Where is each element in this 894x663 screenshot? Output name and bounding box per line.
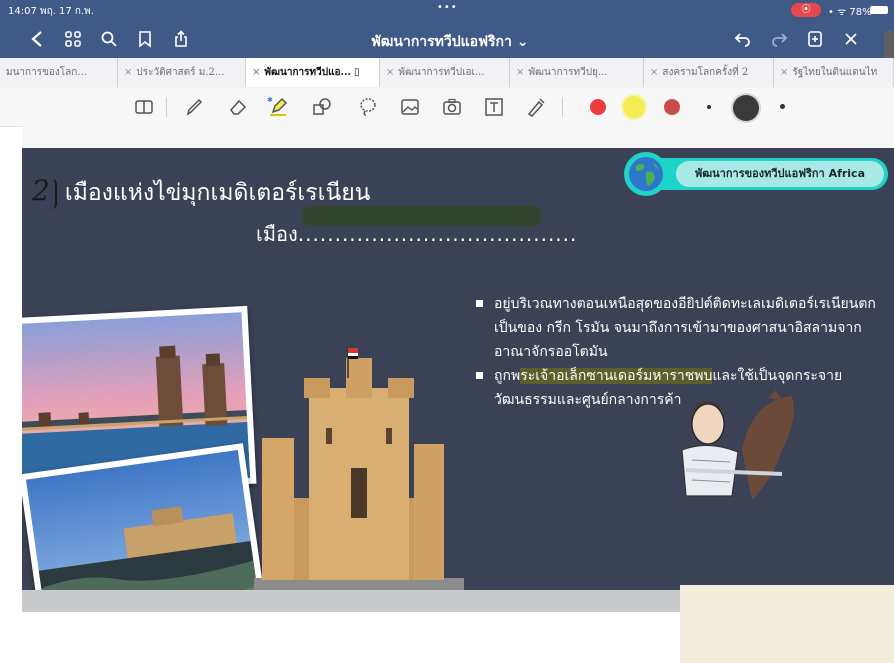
tab-close-icon[interactable]: × [780, 67, 788, 78]
pen-icon [186, 98, 203, 116]
tab-1[interactable]: × ประวัติศาสตร์ ม.2... [118, 58, 246, 87]
toolbar-divider [562, 97, 563, 117]
tool-bar: ✱ [0, 88, 894, 127]
color-swatch-darkred[interactable] [664, 99, 680, 115]
share-icon [175, 30, 187, 47]
coast-photo-image [25, 449, 261, 590]
globe-icon [629, 157, 663, 191]
undo-button[interactable] [730, 26, 756, 52]
tab-label: พัฒนาการทวีปยุ... [528, 67, 608, 78]
stroke-size-small[interactable] [707, 105, 711, 109]
globe-badge [624, 152, 668, 196]
citadel-illustration [254, 348, 464, 590]
image-tool[interactable] [398, 95, 422, 119]
textbox-icon [485, 98, 503, 116]
highlighted-text: ระเจ้าอเล็กซานเดอร์มหาราชพบ [520, 368, 713, 384]
screen-record-indicator: ⦿ [791, 3, 821, 17]
tab-0[interactable]: มนาการของโลก... [0, 58, 118, 87]
split-view-icon[interactable]: ▯ [354, 67, 360, 78]
camera-icon [443, 98, 461, 115]
status-bar: 14:07 พฤ. 17 ก.พ. ••• ⦿ • ᯤ 78% [0, 0, 894, 20]
shapes-icon [313, 98, 331, 115]
pen-tool[interactable] [182, 95, 206, 119]
battery-status: • ᯤ 78% [828, 7, 872, 18]
tab-close-icon[interactable]: × [516, 67, 524, 78]
tab-6[interactable]: × รัฐไทยในดินแดนไท [774, 58, 894, 87]
svg-text:✱: ✱ [267, 96, 273, 104]
eraser-icon [230, 99, 247, 115]
slide-heading: 2 เมืองแห่งไข่มุกเมดิเตอร์เรเนียน [32, 174, 370, 211]
slide-canvas[interactable]: 2 เมืองแห่งไข่มุกเมดิเตอร์เรเนียน เมือง..… [22, 148, 894, 590]
laser-pointer-tool[interactable] [524, 95, 548, 119]
lasso-tool[interactable] [356, 95, 380, 119]
tab-5[interactable]: × สงครามโลกครั้งที่ 2 [644, 58, 774, 87]
tab-label: ประวัติศาสตร์ ม.2... [136, 67, 225, 78]
number-bracket [52, 178, 57, 209]
status-time: 14:07 พฤ. 17 ก.พ. [8, 6, 94, 17]
bookmark-icon [139, 31, 151, 48]
multitasking-dots[interactable]: ••• [437, 2, 458, 13]
redo-icon [772, 33, 788, 47]
document-title[interactable]: พัฒนาการทวีปแอฟริกา ⌄ [340, 31, 560, 53]
nav-row: พัฒนาการทวีปแอฟริกา ⌄ [0, 22, 894, 56]
image-icon [401, 99, 419, 115]
share-button[interactable] [168, 26, 194, 52]
tab-label: มนาการของโลก... [6, 67, 87, 78]
page-margin [22, 126, 894, 148]
document-tabs: มนาการของโลก... × ประวัติศาสตร์ ม.2... × พ… [0, 58, 894, 89]
note-area [680, 585, 894, 663]
add-page-icon [808, 31, 822, 47]
search-button[interactable] [96, 26, 122, 52]
camera-tool[interactable] [440, 95, 464, 119]
chevron-left-icon [31, 31, 42, 47]
tab-label: รัฐไทยในดินแดนไท [792, 67, 878, 78]
fill-in-prefix: เมือง [256, 222, 298, 246]
bullet-text-pre: ถูกพ [494, 368, 521, 384]
slide-number: 2 [32, 174, 50, 207]
bullet-item: อยู่บริเวณทางตอนเหนือสุดของอียิปต์ติดทะเ… [468, 292, 894, 364]
undo-icon [734, 33, 750, 47]
tab-close-icon[interactable]: × [650, 67, 658, 78]
close-icon [845, 33, 857, 45]
toolbar-divider [166, 97, 167, 117]
reader-icon [135, 100, 153, 114]
fill-in-dots: ...................................... [297, 222, 578, 246]
color-swatch-yellow[interactable] [623, 96, 645, 118]
thumbnails-button[interactable] [60, 26, 86, 52]
highlighter-tool[interactable]: ✱ [266, 95, 290, 119]
bookmark-button[interactable] [132, 26, 158, 52]
tab-3[interactable]: × พัฒนาการทวีปเอเ... [380, 58, 510, 87]
color-swatch-red[interactable] [590, 99, 606, 115]
tab-close-icon[interactable]: × [386, 67, 394, 78]
text-tool[interactable] [482, 95, 506, 119]
tab-close-icon[interactable]: × [252, 67, 260, 78]
tab-label: พัฒนาการทวีปแอ... [264, 67, 351, 78]
tab-close-icon[interactable]: × [124, 67, 132, 78]
fill-in-line: เมือง...................................… [256, 218, 577, 250]
pointer-icon [527, 98, 545, 117]
tab-4[interactable]: × พัฒนาการทวีปยุ... [510, 58, 644, 87]
add-page-button[interactable] [802, 26, 828, 52]
highlighter-icon: ✱ [267, 96, 288, 116]
close-button[interactable] [838, 26, 864, 52]
topic-badge: พัฒนาการของทวีปแอฟริกา Africa [640, 158, 888, 190]
top-bar: 14:07 พฤ. 17 ก.พ. ••• ⦿ • ᯤ 78% พัฒนาการ… [0, 0, 894, 58]
stroke-size-large[interactable] [780, 104, 785, 109]
topic-badge-label: พัฒนาการของทวีปแอฟริกา Africa [676, 161, 884, 187]
tab-2[interactable]: × พัฒนาการทวีปแอ... ▯ [246, 58, 380, 87]
tab-label: สงครามโลกครั้งที่ 2 [662, 67, 749, 78]
stroke-size-medium[interactable] [733, 95, 759, 121]
reader-mode-button[interactable] [132, 95, 156, 119]
alexander-illustration [681, 390, 794, 500]
lasso-icon [360, 98, 376, 116]
redo-button[interactable] [766, 26, 792, 52]
grid-icon [65, 31, 81, 47]
shapes-tool[interactable] [310, 95, 334, 119]
back-button[interactable] [24, 26, 50, 52]
battery-icon [870, 6, 888, 14]
slide-title: เมืองแห่งไข่มุกเมดิเตอร์เรเนียน [64, 180, 371, 206]
eraser-tool[interactable] [226, 95, 250, 119]
tab-label: พัฒนาการทวีปเอเ... [398, 67, 485, 78]
search-icon [101, 31, 117, 47]
